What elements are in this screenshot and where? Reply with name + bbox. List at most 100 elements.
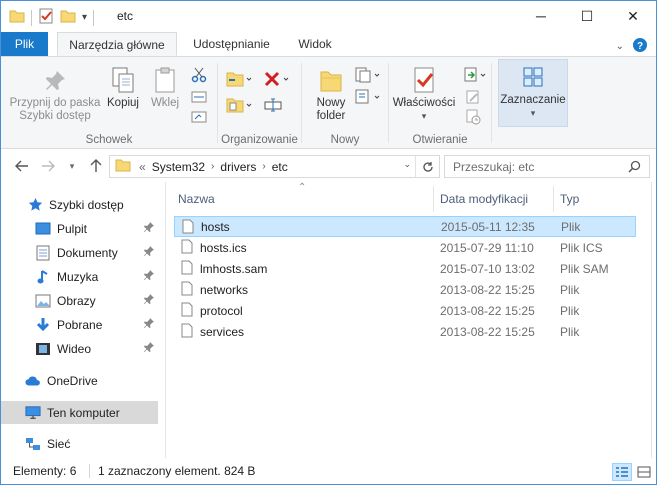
- nav-network[interactable]: Sieć: [1, 432, 158, 455]
- nav-quick-access[interactable]: Szybki dostęp: [1, 193, 158, 216]
- maximize-button[interactable]: ☐: [564, 1, 610, 31]
- edit-icon[interactable]: [463, 87, 483, 107]
- breadcrumb-drivers[interactable]: drivers: [220, 160, 256, 174]
- select-dropdown-icon: ▾: [530, 108, 536, 118]
- organize-group: Organizowanie: [218, 57, 301, 149]
- tab-view[interactable]: Widok: [287, 32, 343, 56]
- breadcrumb-system32[interactable]: System32: [152, 160, 205, 174]
- music-icon: [35, 269, 51, 285]
- file-row[interactable]: networks 2013-08-22 15:25 Plik: [174, 279, 636, 300]
- qat-dropdown-icon[interactable]: ▾: [82, 12, 87, 23]
- tab-file[interactable]: Plik: [1, 32, 48, 56]
- properties-dropdown-icon: ▾: [421, 111, 427, 121]
- cut-icon[interactable]: [189, 65, 209, 85]
- clipboard-group: Przypnij do paska Szybki dostęp Kopiuj W…: [1, 57, 217, 149]
- folder-icon: [9, 9, 25, 26]
- address-dropdown-icon[interactable]: ⌄: [403, 159, 411, 170]
- desktop-icon: [35, 221, 51, 237]
- search-icon[interactable]: [628, 160, 641, 176]
- file-icon: [182, 219, 194, 237]
- tab-share[interactable]: Udostępnianie: [184, 32, 279, 56]
- file-icon: [181, 323, 193, 341]
- nav-this-pc[interactable]: Ten komputer: [1, 401, 158, 424]
- tab-home[interactable]: Narzędzia główne: [57, 32, 177, 56]
- open-icon[interactable]: [463, 65, 487, 85]
- nav-onedrive[interactable]: OneDrive: [1, 369, 158, 392]
- new-folder-qat-icon[interactable]: [60, 9, 76, 26]
- videos-icon: [35, 341, 51, 357]
- minimize-button[interactable]: ─: [518, 1, 564, 31]
- paste-button[interactable]: Wklej: [145, 66, 185, 110]
- copy-path-icon[interactable]: [189, 87, 209, 107]
- svg-text:?: ?: [637, 41, 643, 52]
- navigation-pane: Szybki dostęp Pulpit Dokumenty Muzyka Ob…: [1, 182, 166, 458]
- file-row[interactable]: hosts 2015-05-11 12:35 Plik: [174, 216, 636, 237]
- vertical-scrollbar[interactable]: [648, 182, 656, 458]
- explorer-window: ▾ etc ─ ☐ ✕ Plik Narzędzia główne Udostę…: [0, 0, 657, 485]
- open-group-label: Otwieranie: [412, 134, 468, 146]
- new-group-label: Nowy: [330, 134, 360, 146]
- column-header-date[interactable]: Data modyfikacji: [440, 188, 528, 210]
- help-icon[interactable]: ?: [632, 37, 648, 56]
- rename-icon[interactable]: [263, 95, 283, 115]
- recent-locations-icon[interactable]: ▾: [61, 156, 83, 176]
- pin-icon: [144, 270, 154, 284]
- pictures-icon: [35, 293, 51, 309]
- nav-item-documents[interactable]: Dokumenty: [1, 241, 158, 264]
- select-button[interactable]: Zaznaczanie ▾: [498, 59, 568, 127]
- new-folder-button[interactable]: Nowy folder: [310, 66, 352, 123]
- file-icon: [181, 281, 193, 299]
- large-icons-view-icon[interactable]: [634, 463, 654, 481]
- status-bar: Elementy: 6 1 zaznaczony element. 824 B: [1, 458, 656, 484]
- move-to-icon[interactable]: [226, 69, 252, 89]
- pin-to-quick-access-button[interactable]: Przypnij do paska Szybki dostęp: [7, 69, 103, 123]
- breadcrumb-etc[interactable]: etc: [272, 160, 288, 174]
- column-header-type[interactable]: Typ: [560, 188, 579, 210]
- paste-shortcut-icon[interactable]: [189, 107, 209, 127]
- column-header-name[interactable]: Nazwa: [178, 188, 215, 210]
- copy-button[interactable]: Kopiuj: [103, 66, 143, 110]
- forward-arrow-icon[interactable]: [37, 156, 59, 176]
- file-list: ⌃ Nazwa Data modyfikacji Typ hosts 2015-…: [167, 182, 656, 458]
- copy-to-icon[interactable]: [226, 95, 252, 115]
- file-row[interactable]: services 2013-08-22 15:25 Plik: [174, 321, 636, 342]
- file-row[interactable]: protocol 2013-08-22 15:25 Plik: [174, 300, 636, 321]
- chevron-right-icon[interactable]: ›: [211, 161, 214, 172]
- clipboard-group-label: Schowek: [85, 134, 133, 146]
- breadcrumb-overflow[interactable]: «: [139, 160, 146, 174]
- navigation-bar: ▾ « System32 › drivers › etc ⌄ Przeszuka…: [1, 150, 656, 182]
- file-row[interactable]: hosts.ics 2015-07-29 11:10 Plik ICS: [174, 237, 636, 258]
- sort-up-icon: ⌃: [298, 182, 307, 193]
- star-icon: [27, 197, 43, 213]
- details-view-icon[interactable]: [612, 463, 632, 481]
- up-arrow-icon[interactable]: [85, 156, 107, 176]
- properties-icon: [391, 66, 457, 97]
- chevron-right-icon[interactable]: ›: [262, 161, 265, 172]
- easy-access-icon[interactable]: [354, 87, 380, 107]
- nav-item-downloads[interactable]: Pobrane: [1, 313, 158, 336]
- history-icon[interactable]: [463, 107, 483, 127]
- back-arrow-icon[interactable]: [11, 156, 33, 176]
- pin-icon: [7, 69, 103, 97]
- nav-item-desktop[interactable]: Pulpit: [1, 217, 158, 240]
- refresh-icon[interactable]: [415, 156, 439, 177]
- nav-item-videos[interactable]: Wideo: [1, 337, 158, 360]
- selection-info: 1 zaznaczony element. 824 B: [98, 464, 256, 478]
- quick-access-toolbar: ▾: [9, 8, 95, 27]
- close-button[interactable]: ✕: [610, 1, 656, 31]
- properties-button[interactable]: Właściwości ▾: [391, 66, 457, 123]
- properties-qat-icon[interactable]: [38, 8, 54, 27]
- pin-icon: [144, 342, 154, 356]
- nav-item-pictures[interactable]: Obrazy: [1, 289, 158, 312]
- file-row[interactable]: lmhosts.sam 2015-07-10 13:02 Plik SAM: [174, 258, 636, 279]
- nav-item-music[interactable]: Muzyka: [1, 265, 158, 288]
- file-icon: [181, 239, 193, 257]
- organize-group-label: Organizowanie: [221, 134, 298, 146]
- address-bar[interactable]: « System32 › drivers › etc ⌄: [109, 155, 440, 178]
- delete-icon[interactable]: [263, 69, 291, 89]
- new-item-icon[interactable]: [354, 65, 380, 85]
- expand-ribbon-icon[interactable]: ⌄: [616, 41, 624, 52]
- search-input[interactable]: Przeszukaj: etc: [444, 155, 650, 178]
- ribbon: Przypnij do paska Szybki dostęp Kopiuj W…: [1, 56, 656, 149]
- new-folder-icon: [310, 66, 352, 97]
